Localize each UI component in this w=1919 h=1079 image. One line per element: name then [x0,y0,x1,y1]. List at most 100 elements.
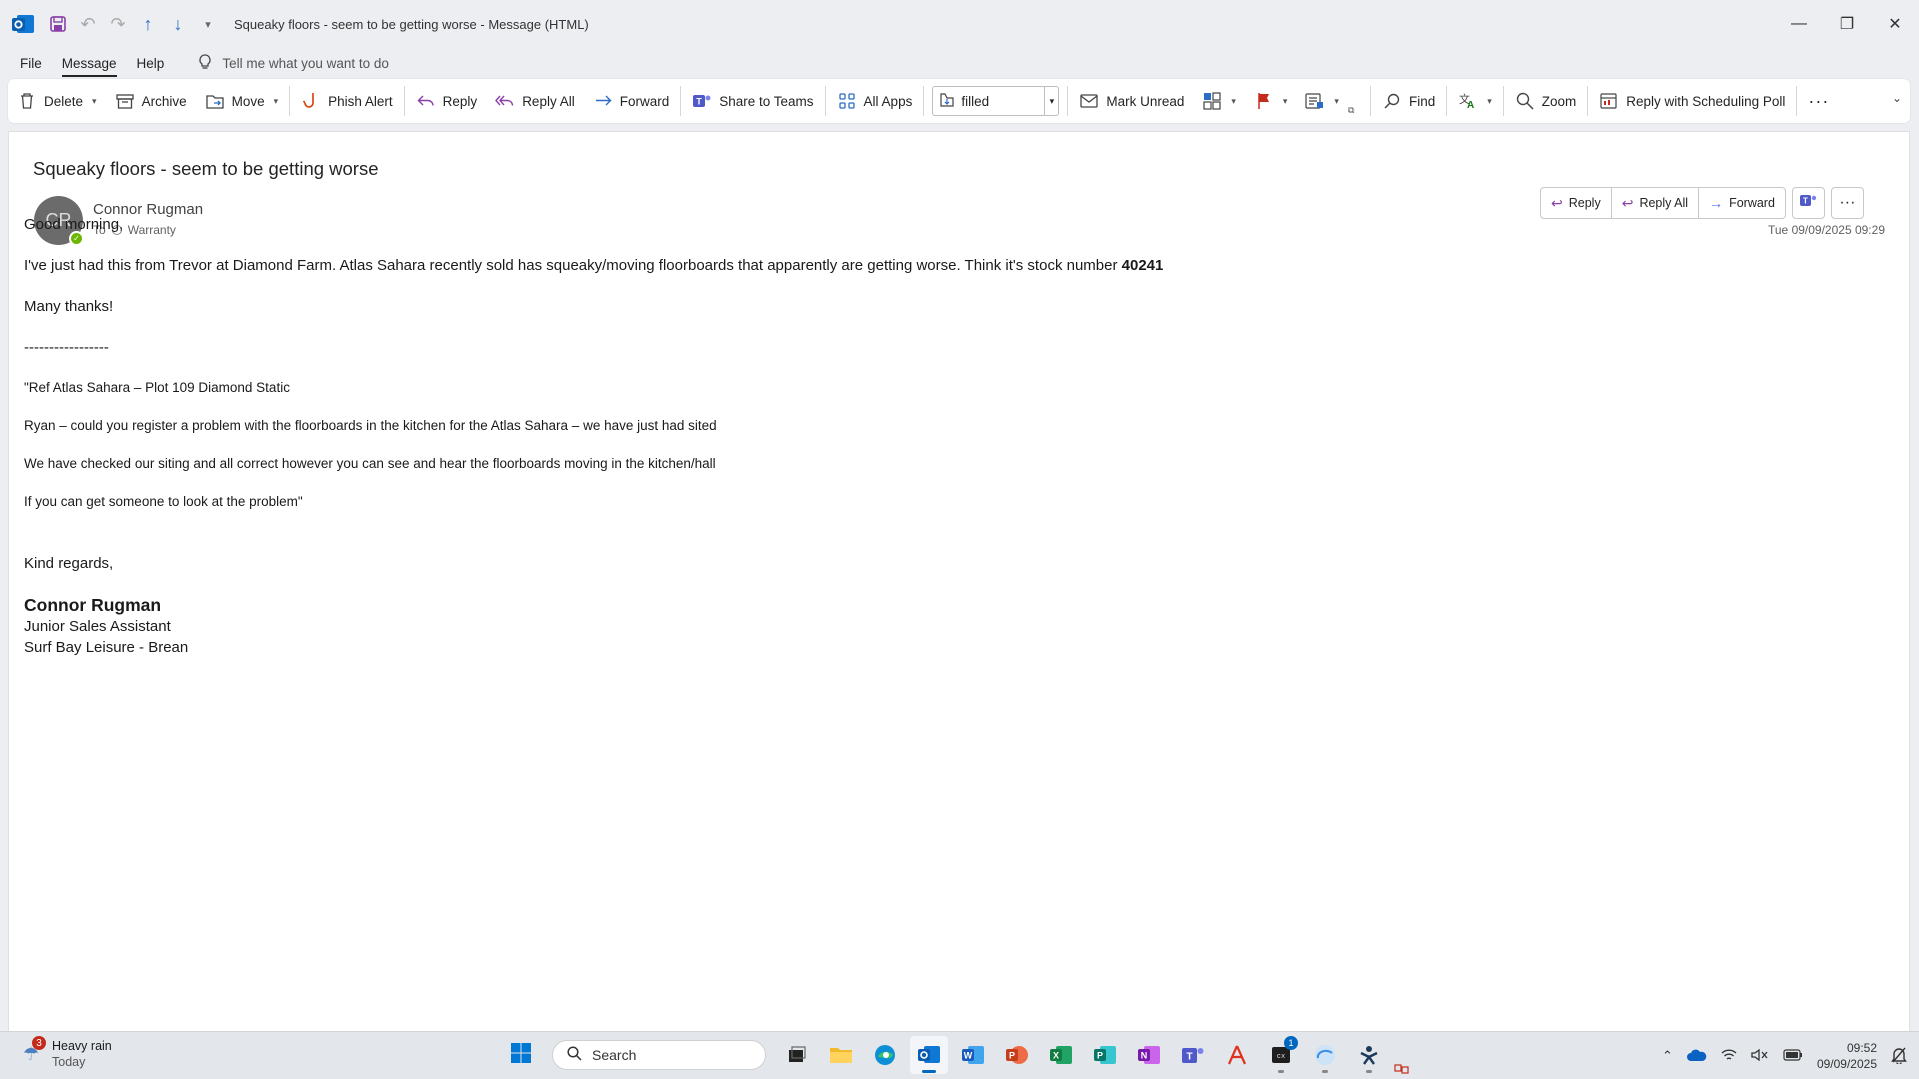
zoom-icon [1515,91,1535,111]
delete-button[interactable]: Delete ▾ [8,85,106,117]
folder-move-icon [939,92,955,111]
word-icon[interactable]: W [954,1036,992,1074]
powerpoint-icon[interactable]: P [998,1036,1036,1074]
customize-toolbar-icon[interactable]: ▾ [194,10,222,38]
svg-text:W: W [964,1051,973,1061]
reply-icon [416,91,436,111]
rules-button[interactable]: ▾ [1296,85,1348,117]
browser-app-icon[interactable] [1306,1036,1344,1074]
file-explorer-icon[interactable] [822,1036,860,1074]
acrobat-icon[interactable] [1218,1036,1256,1074]
svg-text:N: N [1141,1051,1148,1061]
search-icon [567,1046,582,1064]
weather-badge: 3 [32,1036,46,1050]
rain-icon: ☂ 3 [18,1036,46,1067]
archive-label: Archive [141,93,187,109]
snip-tool-icon[interactable] [1394,1036,1414,1074]
inline-reply-button[interactable]: ↩ Reply [1541,188,1612,218]
chevron-down-icon[interactable]: ▾ [1044,87,1058,115]
quick-steps-dropdown[interactable]: filled ▾ [932,86,1060,116]
calendar-poll-icon [1599,91,1619,111]
follow-up-button[interactable]: ▾ [1245,85,1297,117]
recipient-name[interactable]: Warranty [128,223,176,237]
forward-button[interactable]: Forward [584,85,679,117]
translate-button[interactable]: 文A ▾ [1449,85,1501,117]
windows-icon [510,1042,532,1069]
svg-text:T: T [696,97,702,107]
weather-widget[interactable]: ☂ 3 Heavy rain Today [18,1036,112,1070]
phish-alert-button[interactable]: Phish Alert [292,85,402,117]
ribbon-separator [923,86,925,116]
clock[interactable]: 09:52 09/09/2025 [1817,1040,1877,1072]
onedrive-icon[interactable] [1686,1048,1707,1065]
collapse-ribbon-icon[interactable]: ⌄ [1892,91,1902,105]
next-item-icon[interactable]: ↓ [164,10,192,38]
teams-taskbar-icon[interactable]: T [1174,1036,1212,1074]
task-view-icon[interactable] [778,1036,816,1074]
window-title: Squeaky floors - seem to be getting wors… [234,16,589,32]
signature-name: Connor Rugman [24,595,162,615]
mark-unread-button[interactable]: Mark Unread [1070,85,1193,117]
forward-icon: → [1709,195,1724,211]
onenote-icon[interactable]: N [1130,1036,1168,1074]
volume-muted-icon[interactable] [1751,1048,1769,1065]
start-button[interactable] [502,1036,540,1074]
move-folder-icon [205,91,225,111]
helper-app-icon[interactable] [1350,1036,1388,1074]
svg-text:X: X [1053,1051,1059,1061]
previous-item-icon[interactable]: ↑ [134,10,162,38]
weather-sub: Today [52,1055,86,1069]
menu-file[interactable]: File [10,56,52,71]
ribbon-separator [1446,86,1448,116]
reply-all-icon: ↩ [1621,194,1634,211]
notification-bell-icon[interactable] [1891,1046,1907,1067]
more-options-button[interactable]: ··· [1799,85,1838,117]
menu-help[interactable]: Help [127,56,175,71]
terminal-app-icon[interactable]: cx 1 [1262,1036,1300,1074]
archive-button[interactable]: Archive [106,85,196,117]
inline-reply-all-button[interactable]: ↩ Reply All [1612,188,1700,218]
lightbulb-icon [198,53,212,73]
minimize-icon[interactable]: — [1775,0,1823,48]
taskbar-search[interactable]: Search [552,1040,766,1070]
wifi-icon[interactable] [1721,1048,1737,1065]
move-button[interactable]: Move ▾ [196,85,288,117]
phish-alert-label: Phish Alert [328,93,393,109]
message-more-button[interactable]: ··· [1830,187,1864,219]
zoom-button[interactable]: Zoom [1506,85,1586,117]
redo-icon[interactable]: ↷ [104,10,132,38]
excel-icon[interactable]: X [1042,1036,1080,1074]
more-icon: ··· [1839,194,1856,211]
reply-icon: ↩ [1551,194,1563,211]
archive-icon [115,91,135,111]
save-icon[interactable] [44,10,72,38]
chevron-down-icon: ▾ [1487,95,1492,106]
close-icon[interactable]: ✕ [1871,0,1919,48]
reply-all-button[interactable]: Reply All [486,85,584,117]
outlook-taskbar-icon[interactable] [910,1036,948,1074]
undo-icon[interactable]: ↶ [74,10,102,38]
find-button[interactable]: Find [1373,85,1444,117]
reply-button[interactable]: Reply [407,85,487,117]
restore-icon[interactable]: ❐ [1823,0,1871,48]
teams-icon: T [1799,193,1817,214]
chevron-up-icon[interactable]: ⌃ [1662,1048,1673,1064]
inline-forward-label: Forward [1729,196,1775,210]
message-date: Tue 09/09/2025 09:29 [1768,223,1885,237]
outlook-logo-icon [10,11,36,37]
publisher-icon[interactable]: P [1086,1036,1124,1074]
share-to-teams-label: Share to Teams [719,93,814,109]
tell-me-search[interactable]: Tell me what you want to do [198,53,389,73]
dialog-launcher-icon[interactable]: ⧉ [1348,86,1360,116]
all-apps-button[interactable]: All Apps [828,85,922,117]
menu-message[interactable]: Message [52,56,127,77]
quote-line: If you can get someone to look at the pr… [24,494,303,509]
teams-icon: T [692,91,712,111]
categorize-button[interactable]: ▾ [1193,85,1245,117]
reply-scheduling-poll-button[interactable]: Reply with Scheduling Poll [1590,85,1794,117]
edge-icon[interactable] [866,1036,904,1074]
teams-share-button[interactable]: T [1791,187,1825,219]
battery-icon[interactable] [1783,1048,1803,1064]
share-to-teams-button[interactable]: T Share to Teams [683,85,822,117]
inline-forward-button[interactable]: → Forward [1699,188,1785,218]
